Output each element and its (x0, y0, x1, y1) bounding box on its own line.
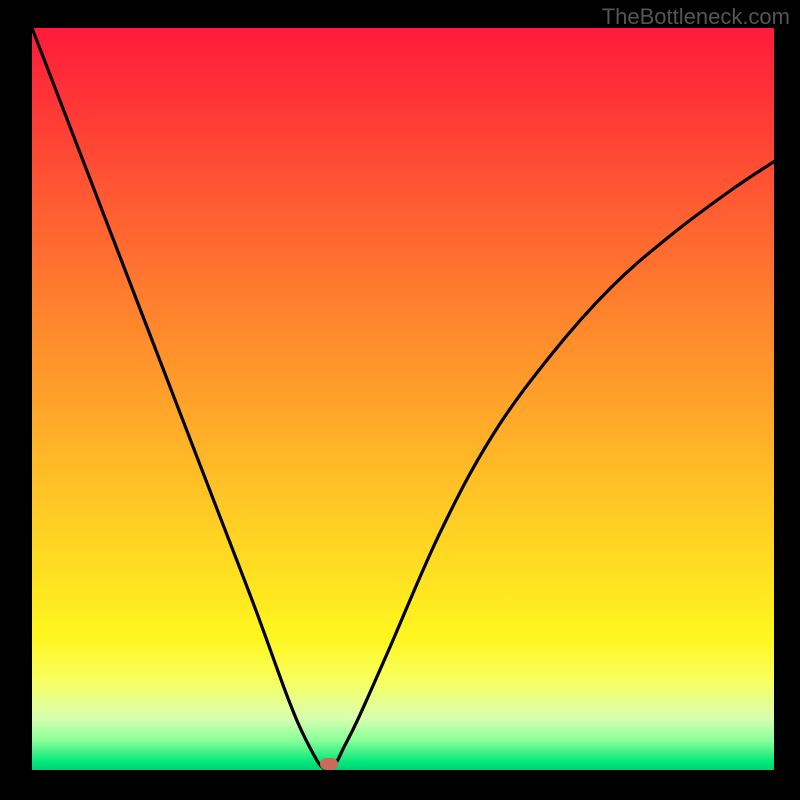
plot-area (32, 28, 774, 770)
chart-frame: TheBottleneck.com (0, 0, 800, 800)
curve-svg (32, 28, 774, 770)
minimum-marker (320, 758, 338, 770)
watermark-text: TheBottleneck.com (602, 4, 790, 30)
bottleneck-curve (32, 28, 774, 770)
